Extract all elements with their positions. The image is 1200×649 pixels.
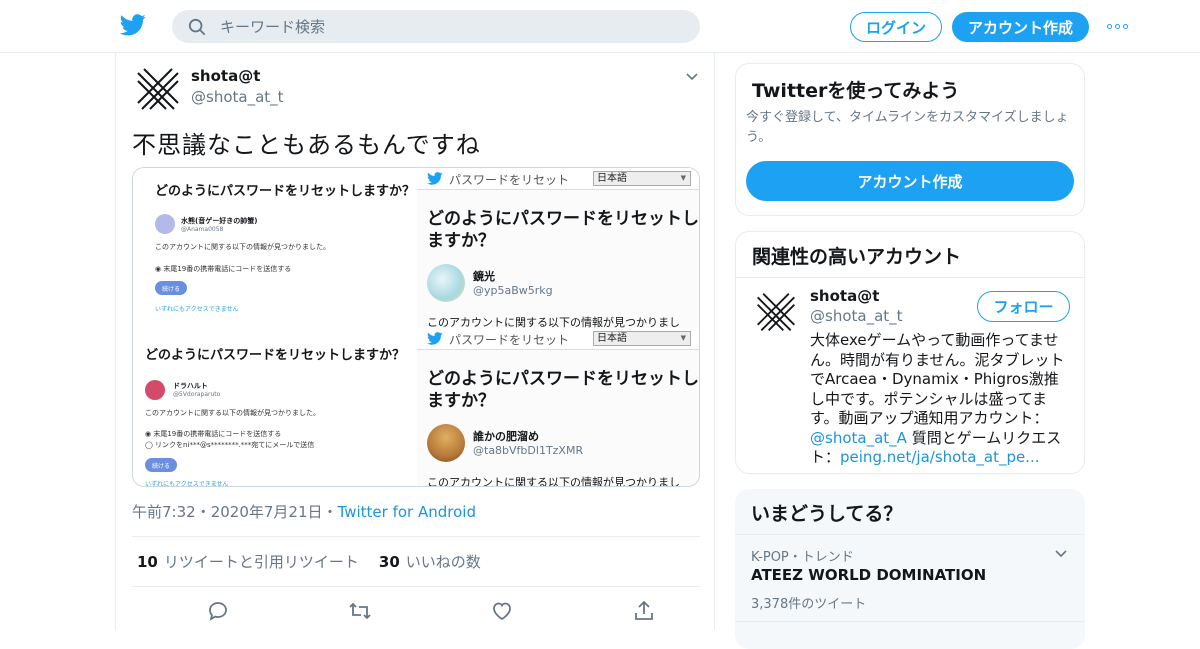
trend-category: K-POP・トレンド (751, 550, 854, 565)
media-heading: どのようにパスワードをリセットしますか？ (155, 184, 416, 199)
trends-title: いまどうしてる？ (751, 503, 903, 525)
media-info: このアカウントに関する以下の情報が見つかりまし (427, 316, 680, 328)
trends-card: いまどうしてる？ K-POP・トレンド ATEEZ WORLD DOMINATI… (735, 489, 1085, 649)
chevron-down-icon[interactable] (684, 69, 700, 85)
related-accounts-title: 関連性の高いアカウント (752, 246, 962, 268)
tweet-date[interactable]: 2020年7月21日 (211, 503, 323, 521)
tweet-meta: 午前7:32・2020年7月21日・Twitter for Android (132, 503, 476, 521)
signup-card-description: 今すぐ登録して、タイムラインをカスタマイズしましょう。 (746, 110, 1069, 145)
media-info: このアカウントに関する以下の情報が見つかりました。 (145, 409, 320, 417)
twitter-bird-icon (427, 172, 443, 185)
media-title-bar: パスワードをリセット 日本語 (417, 328, 699, 350)
chevron-down-icon[interactable] (1053, 546, 1069, 562)
media-heading: どのようにパスワードをリセットしますか？ (427, 369, 699, 411)
bio-text: 大体exeゲームやって動画作ってません。時間が有りません。泥タブレットでArca… (810, 331, 1065, 427)
trend-item[interactable]: ATEEZ WORLD DOMINATION (751, 566, 986, 584)
like-count: 30 (378, 553, 400, 571)
like-stat[interactable]: 30 いいねの数 (379, 551, 481, 572)
avatar (427, 424, 465, 462)
login-button[interactable]: ログイン (850, 12, 942, 42)
twitter-bird-icon (427, 332, 443, 345)
avatar[interactable] (754, 290, 798, 334)
related-account-handle[interactable]: @shota_at_t (810, 307, 903, 325)
media-user-name: ドラハルト (173, 382, 208, 390)
media-user-handle: @yp5aBw5rkg (473, 284, 553, 297)
media-image-4[interactable]: パスワードをリセット 日本語 どのようにパスワードをリセットしますか？ 誰かの肥… (417, 328, 699, 487)
avatar (427, 264, 465, 302)
tweet-time[interactable]: 午前7:32 (132, 503, 196, 521)
media-user-name: 誰かの肥溜め (473, 430, 539, 443)
media-language-select: 日本語 (593, 331, 691, 346)
tweet-actions (132, 597, 700, 627)
tweet-media[interactable]: どのようにパスワードをリセットしますか？ 水熊(音ゲー好きの帥蟹) @Anama… (132, 167, 700, 487)
media-heading: どのようにパスワードをリセットしますか？ (145, 348, 406, 363)
media-continue-button: 続ける (145, 458, 177, 472)
media-image-2[interactable]: パスワードをリセット 日本語 どのようにパスワードをリセットしますか？ 鏡光 @… (417, 168, 699, 328)
retweet-stat[interactable]: 10 リツイートと引用リツイート (137, 551, 359, 572)
related-accounts-card: 関連性の高いアカウント shota@t @shota_at_t フォロー 大体e… (735, 231, 1085, 474)
search-icon (188, 18, 206, 35)
divider (735, 621, 1085, 622)
related-account-name[interactable]: shota@t (810, 287, 879, 305)
media-user-handle: @Anama0058 (181, 226, 224, 233)
media-language-select: 日本語 (593, 171, 691, 186)
media-user-handle: @5Vdoraparuto (173, 391, 221, 398)
media-link: いずれにもアクセスできません (145, 481, 229, 487)
media-option: ◯ リンクをni***@s********.***宛てにメールで送信 (145, 441, 315, 449)
author-handle[interactable]: @shota_at_t (191, 88, 284, 106)
media-user-name: 鏡光 (473, 270, 495, 283)
media-image-3[interactable]: どのようにパスワードをリセットしますか？ ドラハルト @5Vdoraparuto… (133, 328, 417, 487)
media-info: このアカウントに関する以下の情報が見つかりました。 (155, 243, 330, 251)
media-user-name: 水熊(音ゲー好きの帥蟹) (181, 217, 258, 225)
media-user-handle: @ta8bVfbDl1TzXMR (473, 444, 584, 457)
search-input[interactable] (220, 17, 680, 36)
related-account-bio: 大体exeゲームやって動画作ってません。時間が有りません。泥タブレットでArca… (810, 331, 1072, 468)
like-label: いいねの数 (405, 553, 481, 571)
reply-icon[interactable] (206, 599, 230, 623)
media-option: ◉ 末尾19番の携帯電話にコードを送信する (145, 430, 282, 438)
tweet-text: 不思議なこともあるもんですね (132, 131, 481, 159)
retweet-count: 10 (137, 553, 158, 571)
divider (735, 534, 1085, 535)
like-icon[interactable] (490, 599, 514, 623)
media-link: いずれにもアクセスできません (155, 306, 239, 313)
follow-button[interactable]: フォロー (977, 291, 1070, 322)
divider (736, 277, 1084, 278)
media-bar-title: パスワードをリセット (449, 333, 570, 347)
media-continue-button: 続ける (155, 281, 187, 295)
signup-card-button[interactable]: アカウント作成 (746, 161, 1074, 201)
bio-link-peing[interactable]: peing.net/ja/shota_at_pe... (840, 448, 1040, 466)
bio-link-account[interactable]: @shota_at_A (810, 429, 907, 447)
trend-tweet-count: 3,378件のツイート (751, 597, 867, 612)
retweet-label: リツイートと引用リツイート (163, 553, 359, 571)
signup-button[interactable]: アカウント作成 (952, 12, 1089, 42)
tweet-column: shota@t @shota_at_t 不思議なこともあるもんですね どのように… (115, 53, 715, 630)
signup-card: Twitterを使ってみよう 今すぐ登録して、タイムラインをカスタマイズしましょ… (735, 63, 1085, 216)
share-icon[interactable] (632, 599, 656, 623)
tweet-source-link[interactable]: Twitter for Android (338, 503, 476, 521)
avatar[interactable] (134, 65, 182, 113)
more-icon[interactable] (1107, 19, 1131, 33)
media-option: ◉ 末尾19番の携帯電話にコードを送信する (155, 265, 292, 273)
top-bar: ログイン アカウント作成 (0, 0, 1200, 53)
media-image-1[interactable]: どのようにパスワードをリセットしますか？ 水熊(音ゲー好きの帥蟹) @Anama… (133, 168, 417, 328)
media-heading: どのようにパスワードをリセットしますか？ (427, 209, 699, 251)
author-name[interactable]: shota@t (191, 67, 260, 85)
retweet-icon[interactable] (348, 599, 372, 623)
tweet-stats: 10 リツイートと引用リツイート 30 いいねの数 (132, 536, 700, 587)
media-info: このアカウントに関する以下の情報が見つかりまし (427, 476, 680, 487)
media-title-bar: パスワードをリセット 日本語 (417, 168, 699, 190)
avatar (145, 380, 165, 400)
signup-card-title: Twitterを使ってみよう (752, 80, 960, 102)
twitter-bird-icon[interactable] (120, 14, 146, 36)
avatar (155, 214, 175, 234)
media-bar-title: パスワードをリセット (449, 173, 570, 187)
search-box[interactable] (172, 10, 700, 43)
